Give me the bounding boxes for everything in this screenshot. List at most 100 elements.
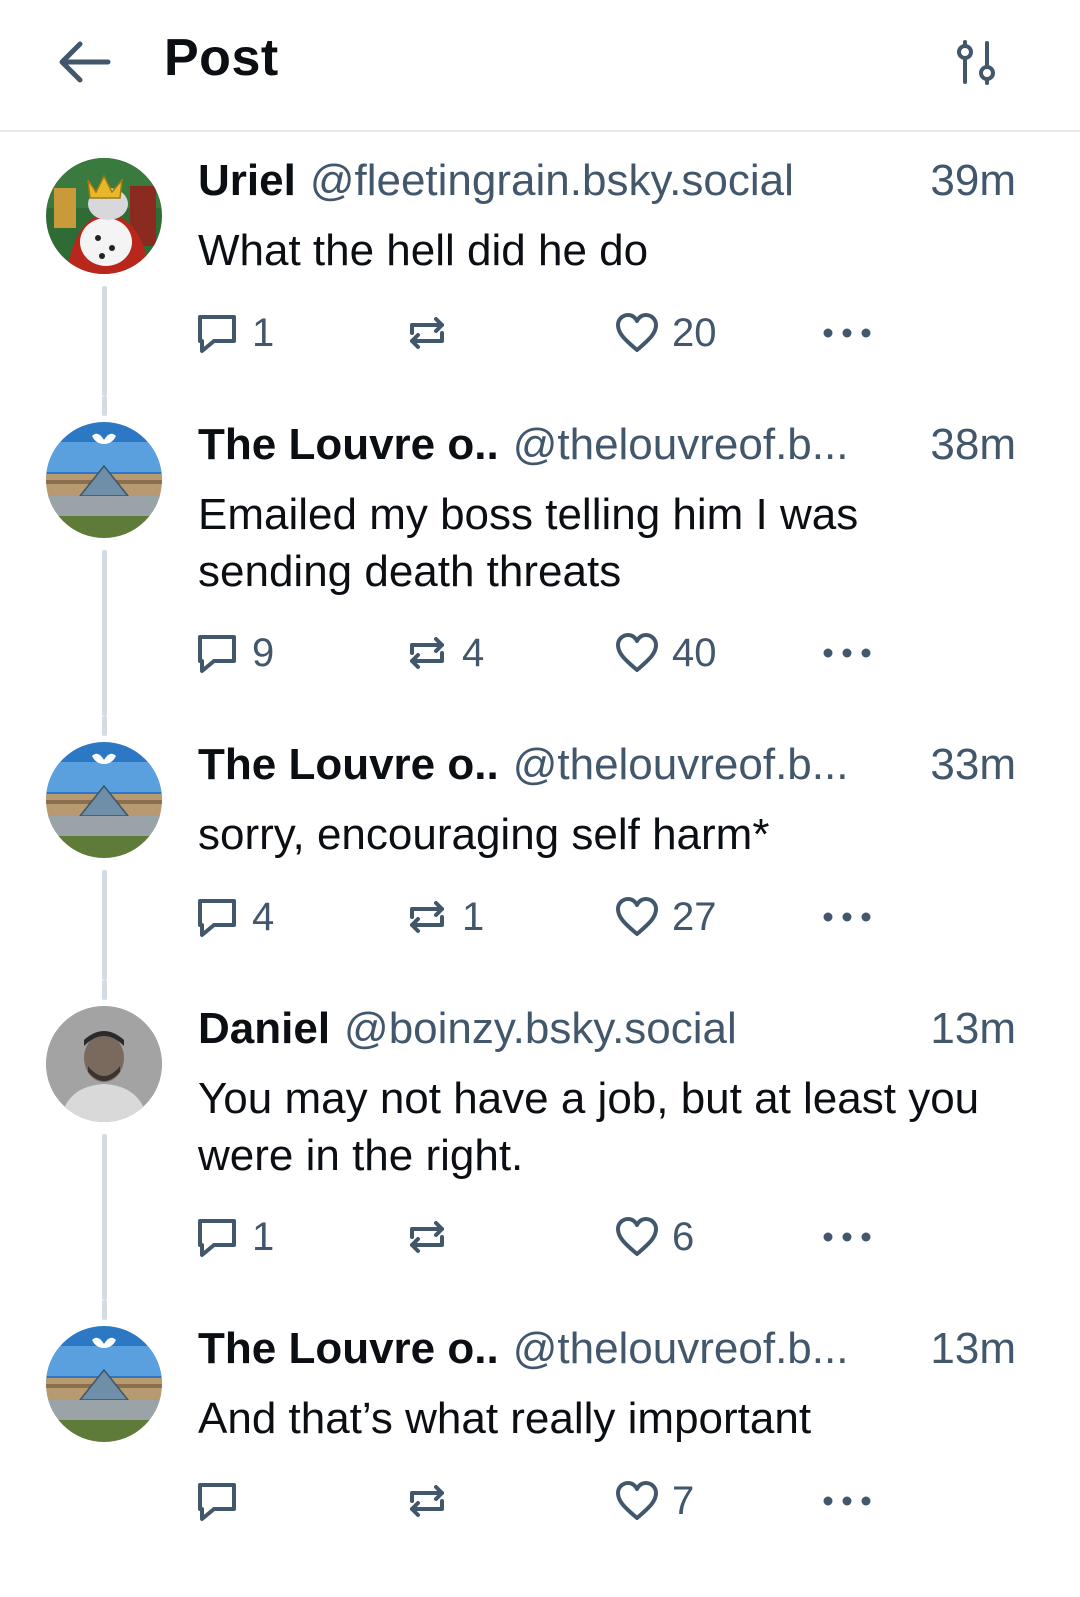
post-meta: The Louvre o.. @thelouvreof.b... 38m [198,420,1016,476]
author-name[interactable]: The Louvre o.. [198,740,499,790]
reply-icon [198,899,236,937]
back-button[interactable] [54,36,114,88]
thread-post[interactable]: Uriel @fleetingrain.bsky.social 39m What… [0,132,1080,396]
post-time[interactable]: 38m [930,420,1016,470]
like-count: 6 [672,1214,695,1259]
thread-post[interactable]: Daniel @boinzy.bsky.social 13m You may n… [0,980,1080,1300]
louvre-avatar-icon [46,422,162,538]
reply-button[interactable]: 1 [194,1210,274,1264]
avatar[interactable] [46,1006,162,1122]
reply-icon [198,635,236,673]
repost-button[interactable] [404,1210,462,1264]
sliders-icon [957,40,995,85]
like-count: 7 [672,1478,695,1523]
post-text: sorry, encouraging self harm* [198,810,770,859]
reply-button[interactable]: 1 [194,306,274,360]
post-time[interactable]: 33m [930,740,1016,790]
reply-count: 1 [252,1214,275,1259]
avatar[interactable] [46,422,162,538]
repost-button[interactable] [404,306,462,360]
author-name[interactable]: Uriel [198,156,296,206]
post-meta: Uriel @fleetingrain.bsky.social 39m [198,156,1016,212]
like-button[interactable]: 6 [614,1210,694,1264]
heart-icon [616,313,658,352]
repost-icon [410,317,444,349]
thread-post[interactable]: The Louvre o.. @thelouvreof.b... 13m And… [0,1300,1080,1597]
post-time[interactable]: 13m [930,1324,1016,1374]
post-actions: 9 4 40 [194,626,894,680]
more-options-button[interactable] [822,890,872,944]
author-handle[interactable]: @thelouvreof.b... [513,740,921,790]
thread-line [102,1134,107,1300]
more-dots-icon [823,1496,871,1506]
like-count: 27 [672,894,717,939]
heart-icon [616,897,658,936]
repost-icon [410,1485,444,1517]
post-time[interactable]: 13m [930,1004,1016,1054]
repost-button[interactable]: 4 [404,626,484,680]
reply-icon [198,1483,236,1521]
repost-icon [410,901,444,933]
heart-icon [616,1481,658,1520]
repost-icon [410,637,444,669]
reply-count: 1 [252,310,275,355]
more-dots-icon [823,912,871,922]
repost-icon [410,1221,444,1253]
post-text: You may not have a job, but at least you… [198,1074,980,1180]
like-button[interactable]: 7 [614,1474,694,1528]
thread-line [102,286,107,396]
like-button[interactable]: 27 [614,890,717,944]
thread: Uriel @fleetingrain.bsky.social 39m What… [0,132,1080,1597]
author-handle[interactable]: @thelouvreof.b... [513,1324,921,1374]
more-options-button[interactable] [822,306,872,360]
reply-count: 9 [252,630,275,675]
repost-count: 1 [462,894,485,939]
author-name[interactable]: The Louvre o.. [198,1324,499,1374]
post-actions: 4 1 27 [194,890,894,944]
author-handle[interactable]: @boinzy.bsky.social [344,1004,920,1054]
thread-line [102,1300,107,1320]
more-dots-icon [823,328,871,338]
post-meta: The Louvre o.. @thelouvreof.b... 33m [198,740,1016,796]
like-count: 20 [672,310,717,355]
more-options-button[interactable] [822,1210,872,1264]
thread-post[interactable]: The Louvre o.. @thelouvreof.b... 38m Ema… [0,396,1080,716]
cartoon-king-avatar-icon [46,158,162,274]
reply-count: 4 [252,894,275,939]
post-time[interactable]: 39m [930,156,1016,206]
like-button[interactable]: 20 [614,306,717,360]
page-title: Post [164,29,279,87]
more-dots-icon [823,1232,871,1242]
header-bar: Post [0,0,1080,132]
thread-post[interactable]: The Louvre o.. @thelouvreof.b... 33m sor… [0,716,1080,980]
arrow-left-icon [59,41,111,83]
author-name[interactable]: Daniel [198,1004,330,1054]
reply-button[interactable]: 4 [194,890,274,944]
more-dots-icon [823,648,871,658]
more-options-button[interactable] [822,1474,872,1528]
author-name[interactable]: The Louvre o.. [198,420,499,470]
more-options-button[interactable] [822,626,872,680]
reply-button[interactable]: 9 [194,626,274,680]
post-text: And that’s what really important [198,1394,812,1443]
like-button[interactable]: 40 [614,626,717,680]
avatar[interactable] [46,158,162,274]
reply-icon [198,315,236,353]
repost-button[interactable]: 1 [404,890,484,944]
reply-icon [198,1219,236,1257]
repost-button[interactable] [404,1474,462,1528]
avatar[interactable] [46,742,162,858]
post-text: What the hell did he do [198,226,649,275]
louvre-avatar-icon [46,1326,162,1442]
repost-count: 4 [462,630,485,675]
author-handle[interactable]: @fleetingrain.bsky.social [310,156,921,206]
reply-button[interactable] [194,1474,252,1528]
heart-icon [616,1217,658,1256]
thread-settings-button[interactable] [950,36,1004,90]
thread-line [102,550,107,716]
post-actions: 1 20 [194,306,894,360]
post-meta: Daniel @boinzy.bsky.social 13m [198,1004,1016,1060]
like-count: 40 [672,630,717,675]
author-handle[interactable]: @thelouvreof.b... [513,420,921,470]
avatar[interactable] [46,1326,162,1442]
